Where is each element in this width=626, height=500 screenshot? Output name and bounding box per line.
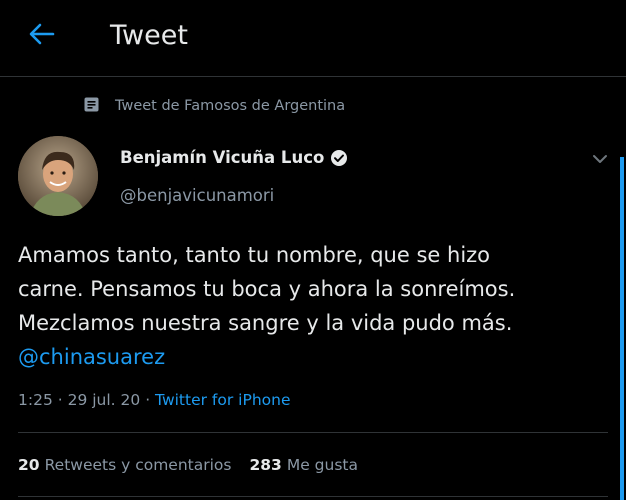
retweets-label: Retweets y comentarios (44, 456, 232, 474)
back-button[interactable] (22, 18, 62, 54)
list-icon (84, 97, 99, 116)
retweets-count: 20 (18, 456, 40, 474)
verified-badge-icon (330, 149, 348, 167)
separator: · (52, 391, 68, 409)
page-title: Tweet (110, 20, 188, 51)
tweet-text: Amamos tanto, tanto tu nombre, que se hi… (18, 238, 618, 374)
likes-label: Me gusta (286, 456, 358, 474)
divider (18, 496, 608, 497)
chevron-down-icon (592, 149, 608, 168)
arrow-left-icon (29, 23, 55, 49)
more-options-button[interactable] (588, 148, 612, 168)
tweet-meta: 1:25 · 29 jul. 20 · Twitter for iPhone (18, 391, 290, 409)
author-name-text: Benjamín Vicuña Luco (120, 148, 325, 167)
tweet-source-link[interactable]: Twitter for iPhone (155, 391, 290, 409)
author-handle[interactable]: @benjavicunamori (120, 186, 274, 205)
likes-stat[interactable]: 283 Me gusta (249, 456, 358, 474)
tweet-context[interactable]: Tweet de Famosos de Argentina (84, 96, 345, 116)
top-bar: Tweet (0, 0, 626, 77)
tweet-line: carne. Pensamos tu boca y ahora la sonre… (18, 277, 516, 301)
tweet-time: 1:25 (18, 391, 53, 409)
scrollbar[interactable] (620, 157, 624, 500)
avatar[interactable] (18, 136, 98, 216)
likes-count: 283 (249, 456, 282, 474)
mention-link[interactable]: @chinasuarez (18, 340, 618, 374)
separator: · (140, 391, 156, 409)
divider (18, 432, 608, 433)
retweets-stat[interactable]: 20 Retweets y comentarios (18, 456, 231, 474)
tweet-line: Mezclamos nuestra sangre y la vida pudo … (18, 311, 513, 335)
tweet-date: 29 jul. 20 (67, 391, 141, 409)
author-name[interactable]: Benjamín Vicuña Luco (120, 148, 348, 167)
context-label: Tweet de Famosos de Argentina (115, 98, 346, 114)
tweet-stats: 20 Retweets y comentarios 283 Me gusta (18, 456, 358, 474)
tweet-line: Amamos tanto, tanto tu nombre, que se hi… (18, 243, 491, 267)
